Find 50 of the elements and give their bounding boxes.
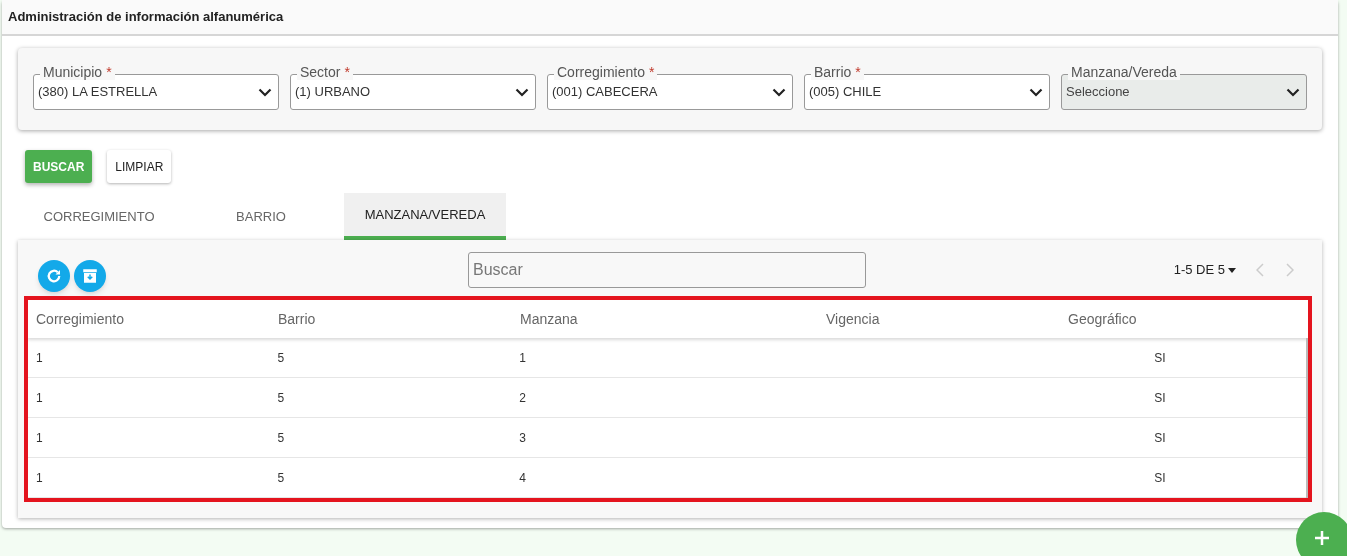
- field-label: Municipio *: [40, 64, 115, 80]
- chevron-down-icon: [1029, 87, 1043, 97]
- select-value: (005) CHILE: [809, 83, 883, 102]
- column-header: Manzana: [520, 310, 578, 327]
- table-cell: 5: [277, 470, 285, 485]
- table-cell: 5: [277, 350, 285, 365]
- refresh-icon: [45, 267, 63, 285]
- select-value: Seleccione: [1066, 83, 1131, 102]
- table-cell: 1: [36, 430, 43, 445]
- table-cell: 5: [277, 430, 285, 445]
- archive-download-icon: [81, 267, 99, 285]
- table-cell: 1: [36, 390, 43, 405]
- table-cell: SI: [1154, 350, 1166, 365]
- tab[interactable]: MANZANA/VEREDA: [344, 193, 506, 240]
- column-header: Geográfico: [1068, 310, 1137, 327]
- caret-icon: [1228, 267, 1236, 273]
- table-cell: 1: [36, 350, 43, 365]
- column-header: Vigencia: [826, 310, 880, 327]
- table-cell: 3: [519, 430, 526, 445]
- add-button[interactable]: [1296, 512, 1347, 556]
- table-cell: 1: [36, 470, 43, 485]
- pagination-dropdown[interactable]: 1-5 DE 5: [1173, 260, 1236, 280]
- field-label: Sector *: [297, 64, 353, 80]
- field-label: Barrio *: [811, 64, 864, 80]
- chevron-down-icon: [258, 87, 272, 97]
- plus-icon: [1314, 530, 1330, 546]
- table-cell: 5: [277, 390, 285, 405]
- tab[interactable]: CORREGIMIENTO: [18, 193, 180, 240]
- search-field[interactable]: Buscar: [468, 252, 866, 288]
- field-label: Corregimiento *: [554, 64, 658, 80]
- field-label: Manzana/Vereda: [1068, 64, 1180, 80]
- table-cell: 1: [519, 350, 526, 365]
- table-cell: SI: [1154, 430, 1166, 445]
- select-value: (1) URBANO: [295, 83, 372, 102]
- table-cell: 2: [519, 390, 526, 405]
- clear-button[interactable]: LIMPIAR: [107, 150, 172, 183]
- column-header: Barrio: [278, 310, 316, 327]
- table-cell: SI: [1154, 470, 1166, 485]
- column-header: Corregimiento: [36, 310, 124, 327]
- chevron-down-icon: [1286, 87, 1300, 97]
- refresh-button[interactable]: [38, 260, 70, 292]
- page-title: Administración de información alfanumérica: [8, 8, 284, 27]
- table-cell: 4: [519, 470, 526, 485]
- select-value: (380) LA ESTRELLA: [38, 83, 159, 102]
- table-cell: SI: [1154, 390, 1166, 405]
- download-button[interactable]: [74, 260, 106, 292]
- chevron-down-icon: [772, 87, 786, 97]
- chevron-down-icon: [515, 87, 529, 97]
- tab[interactable]: BARRIO: [180, 193, 342, 240]
- select-value: (001) CABECERA: [552, 83, 659, 102]
